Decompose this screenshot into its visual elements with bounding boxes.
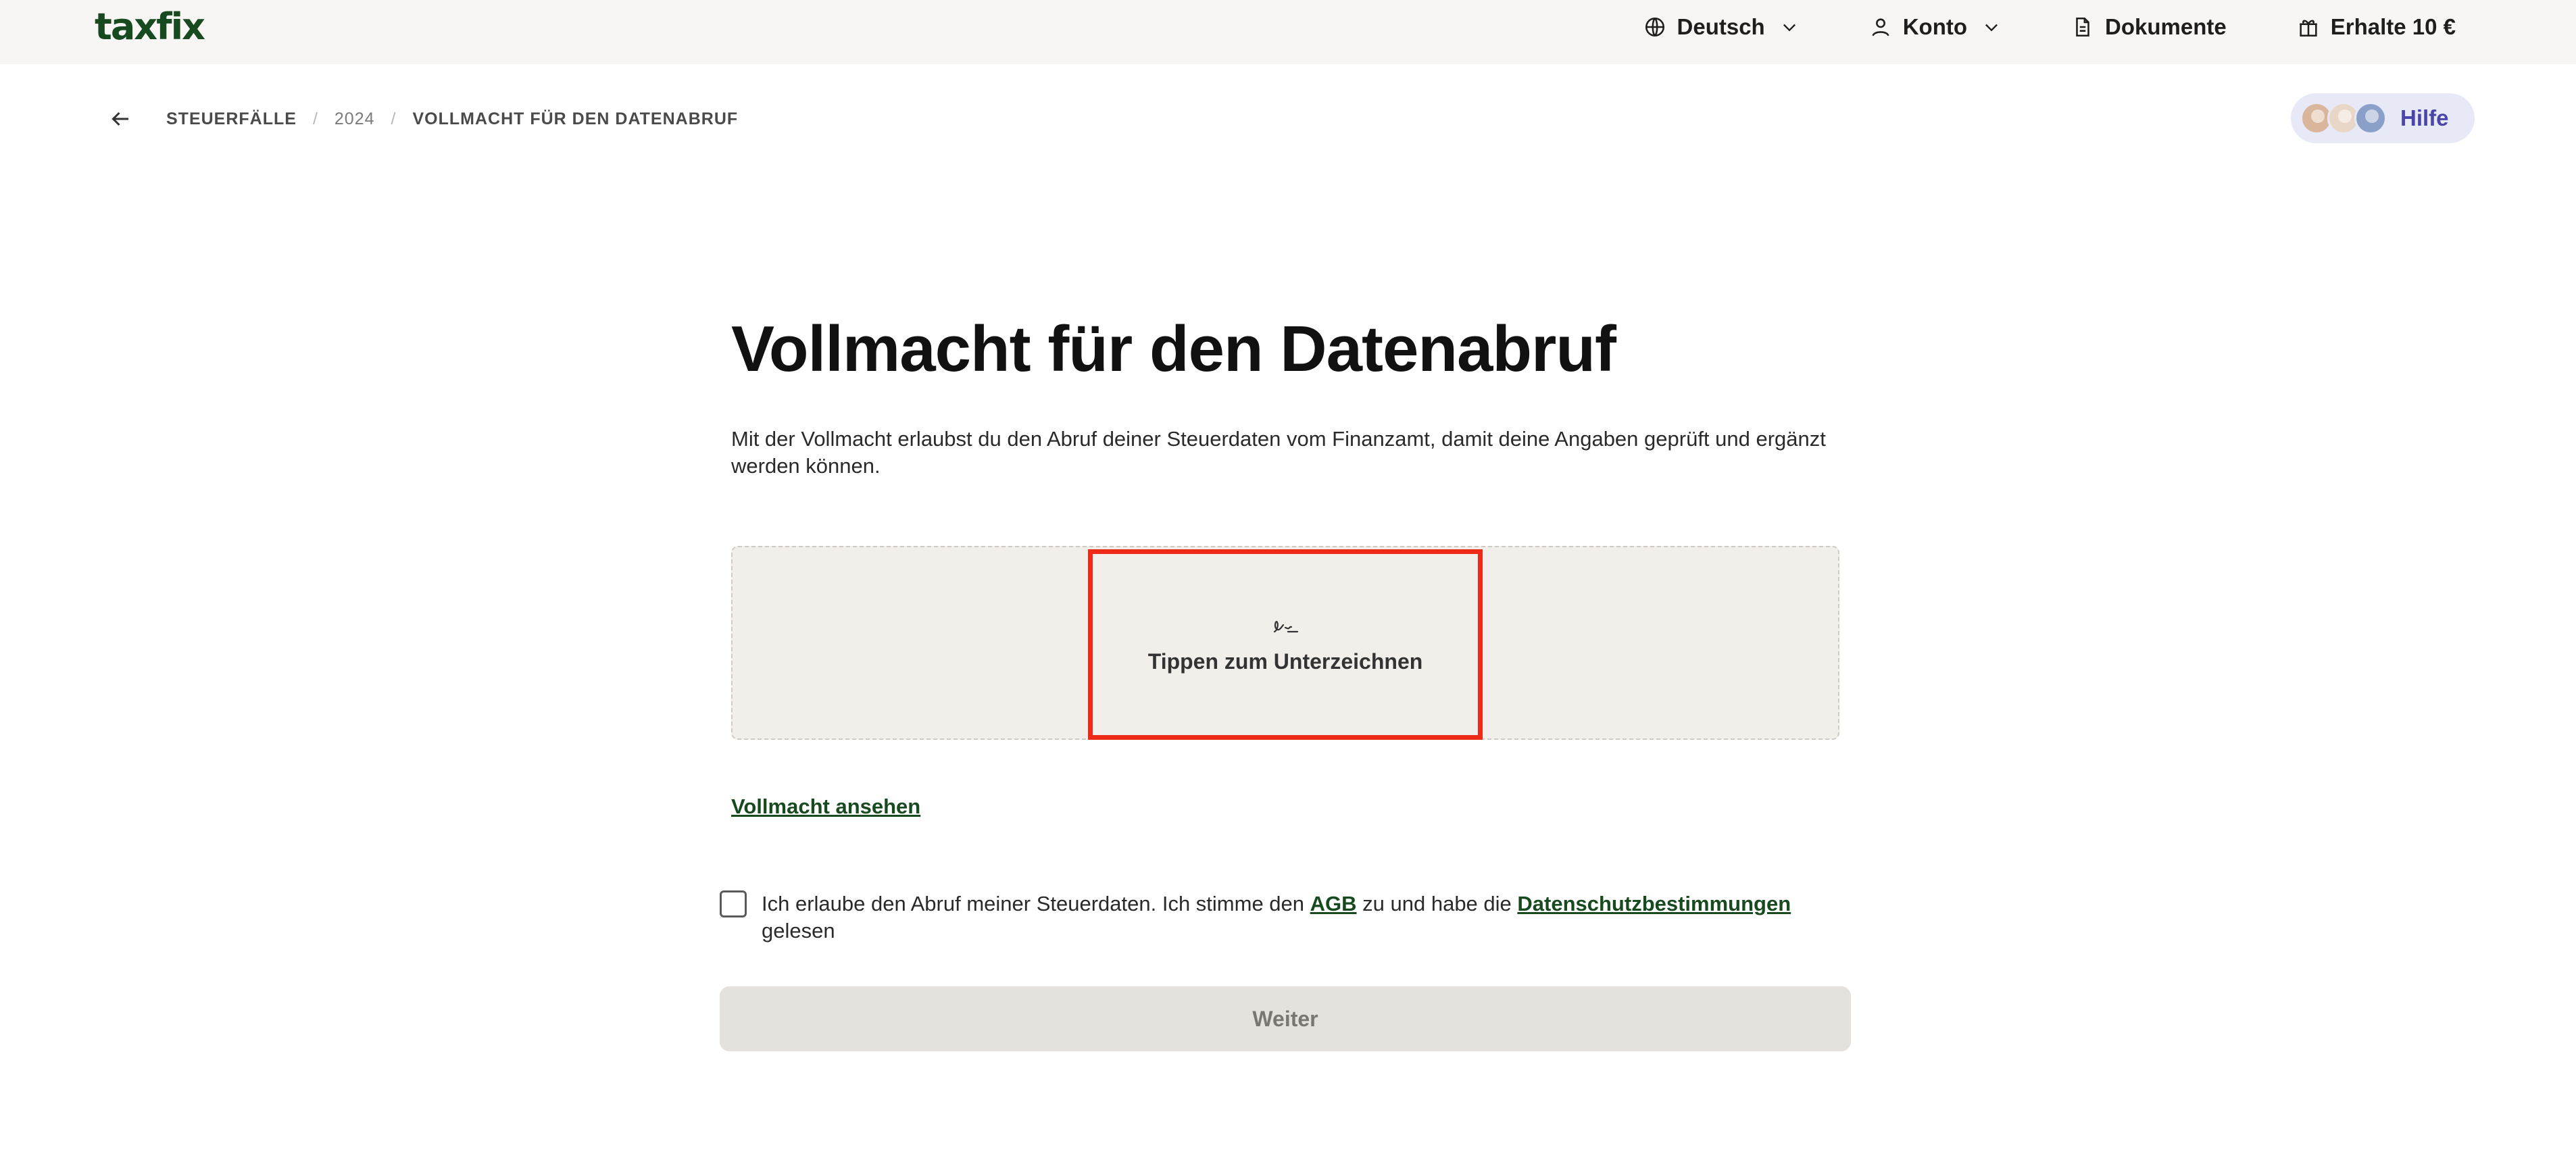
highlight-box [1088, 549, 1483, 740]
gift-icon [2299, 20, 2317, 37]
breadcrumb-separator: / [312, 109, 318, 128]
top-nav-menu: Deutsch Konto Dokumente Erhalte 10 € [1643, 0, 2456, 54]
arrow-left-icon[interactable] [108, 107, 132, 131]
documents-link[interactable]: Dokumente [2071, 14, 2227, 40]
chevron-down-icon [1783, 24, 1795, 32]
referral-label: Erhalte 10 € [2330, 14, 2456, 39]
language-menu[interactable]: Deutsch [1643, 14, 1799, 40]
account-label: Konto [1902, 14, 1968, 39]
help-label: Hilfe [2400, 105, 2449, 130]
account-menu[interactable]: Konto [1869, 14, 2001, 40]
consent-text: Ich erlaube den Abruf meiner Steuerdaten… [762, 890, 1841, 945]
referral-link[interactable]: Erhalte 10 € [2297, 14, 2456, 40]
top-navigation: taxfix Deutsch Konto Dokumente Erhalte 1… [0, 0, 2576, 64]
consent-checkbox[interactable] [720, 890, 747, 917]
globe-icon [1645, 17, 1664, 37]
consent-text-part3: gelesen [762, 919, 835, 942]
breadcrumb: STEUERFÄLLE / 2024 / VOLLMACHT FÜR DEN D… [108, 107, 738, 131]
chevron-down-icon [1985, 24, 1998, 32]
consent-text-part1: Ich erlaube den Abruf meiner Steuerdaten… [762, 892, 1310, 915]
breadcrumb-item-current: VOLLMACHT FÜR DEN DATENABRUF [412, 109, 739, 128]
taxfix-logo[interactable]: taxfix [95, 5, 205, 48]
continue-button[interactable]: Weiter [720, 986, 1851, 1051]
consent-text-part2: zu und habe die [1356, 892, 1518, 915]
help-button[interactable]: Hilfe [2291, 93, 2475, 143]
language-label: Deutsch [1677, 14, 1765, 39]
agb-link[interactable]: AGB [1310, 892, 1357, 915]
page: taxfix Deutsch Konto Dokumente Erhalte 1… [0, 0, 2576, 1158]
breadcrumb-separator: / [391, 109, 397, 128]
page-description: Mit der Vollmacht erlaubst du den Abruf … [731, 427, 1826, 478]
breadcrumb-item-year[interactable]: 2024 [335, 109, 375, 129]
avatar [2354, 102, 2387, 134]
document-icon [2076, 17, 2089, 37]
documents-label: Dokumente [2105, 14, 2227, 39]
view-authorization-link[interactable]: Vollmacht ansehen [731, 795, 920, 819]
consent-row: Ich erlaube den Abruf meiner Steuerdaten… [720, 890, 1841, 945]
privacy-link[interactable]: Datenschutzbestimmungen [1517, 892, 1791, 915]
page-title: Vollmacht für den Datenabruf [731, 313, 1616, 385]
user-icon [1872, 18, 1889, 36]
breadcrumb-item-steuerfaelle[interactable]: STEUERFÄLLE [166, 109, 297, 129]
